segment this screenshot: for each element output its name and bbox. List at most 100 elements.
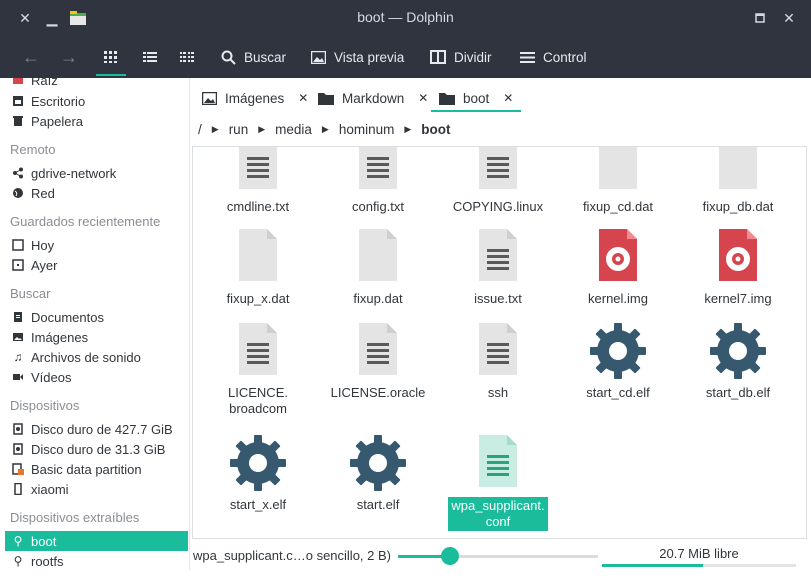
sidebar-item-label: Escritorio [31,93,86,109]
file-name: start_cd.elf [586,385,650,400]
partition-icon [11,462,25,476]
file-view[interactable]: cmdline.txt config.txt COPYING.linux fixup_… [192,146,807,539]
file-name-line: wpa_supplicant. [451,498,545,513]
disk-image-icon [588,227,648,287]
disk-image-icon [708,227,768,287]
zoom-slider-handle[interactable] [441,547,459,565]
sidebar-item-partition[interactable]: Basic data partition [5,459,188,479]
file-item[interactable]: fixup_x.dat [203,227,313,307]
file-item[interactable]: COPYING.linux [443,147,553,215]
file-name: kernel7.img [704,291,772,306]
sidebar-item-boot[interactable]: ⚲ boot [5,531,188,551]
sidebar-item-label: Archivos de sonido [31,349,141,365]
sidebar-item-videos[interactable]: Vídeos [5,367,188,387]
sidebar-item-audio[interactable]: ♫ Archivos de sonido [5,347,188,367]
sidebar-item-label: Documentos [31,309,104,325]
list-icon [143,52,157,62]
close-icon[interactable]: ✕ [779,8,799,28]
search-button[interactable]: Buscar [221,36,286,78]
preview-button[interactable]: Vista previa [311,36,404,78]
sidebar-item-trash[interactable]: Papelera [5,111,188,131]
file-item[interactable]: kernel7.img [683,227,793,307]
sidebar-item-disk-2[interactable]: Disco duro de 31.3 GiB [5,439,188,459]
forward-button[interactable]: → [60,36,78,78]
breadcrumb-media[interactable]: media [275,122,312,137]
file-item[interactable]: start_db.elf [683,321,793,401]
breadcrumb-run[interactable]: run [229,122,249,137]
hard-disk-icon [11,442,25,456]
search-label: Buscar [244,49,287,65]
tab-boot[interactable]: boot ✕ [430,84,522,112]
icons-view-button[interactable] [96,36,126,78]
file-item[interactable]: issue.txt [443,227,553,307]
text-file-icon [468,433,528,493]
sidebar-item-yesterday[interactable]: Ayer [5,255,188,275]
blank-file-icon [708,147,768,195]
text-file-icon [468,321,528,381]
arrow-left-icon: ← [22,46,40,67]
sidebar-item-root[interactable]: Raíz [5,78,188,86]
calendar-icon [11,238,25,252]
file-item[interactable]: config.txt [323,147,433,215]
text-file-icon [348,321,408,381]
back-button[interactable]: ← [22,36,40,78]
hamburger-icon [520,51,535,63]
file-name: COPYING.linux [452,199,544,214]
title-bar: ✕ ▁ boot — Dolphin ✕ [0,0,811,36]
text-file-icon [468,147,528,195]
file-item[interactable]: kernel.img [563,227,673,307]
sidebar-item-label: Papelera [31,113,84,129]
file-name-line: LICENCE. [228,385,288,400]
breadcrumb-root[interactable]: / [198,122,202,137]
chevron-right-icon: ▶ [404,123,412,134]
sidebar-item-label: Disco duro de 427.7 GiB [31,421,173,437]
breadcrumb-current[interactable]: boot [421,122,450,137]
details-view-button[interactable] [143,36,157,78]
maximize-window-icon[interactable] [750,8,770,28]
sidebar-item-label: Ayer [31,257,58,273]
sidebar-item-images[interactable]: Imágenes [5,327,188,347]
tab-markdown[interactable]: Markdown ✕ [318,84,428,112]
sidebar-item-rootfs[interactable]: ⚲ rootfs [5,551,188,570]
tab-label: boot [463,90,490,106]
file-item[interactable]: ssh [443,321,553,401]
sidebar-item-label: Red [31,185,55,201]
sidebar-item-gdrive[interactable]: gdrive-network [5,163,188,183]
sidebar-item-documents[interactable]: Documentos [5,307,188,327]
sidebar-item-label: rootfs [31,553,64,569]
file-item[interactable]: start.elf [323,433,433,513]
image-icon [202,91,217,105]
calendar-day-icon [11,258,25,272]
close-tab-icon[interactable]: ✕ [298,91,308,105]
file-item[interactable]: LICENCE. broadcom [203,321,313,417]
chevron-right-icon: ▶ [321,123,329,134]
file-name: start.elf [356,497,400,512]
file-item[interactable]: fixup_cd.dat [563,147,673,215]
split-icon [430,50,446,64]
sidebar-item-label: xiaomi [31,481,69,497]
sidebar-item-network[interactable]: Red [5,183,188,203]
file-item[interactable]: LICENSE.oracle [323,321,433,401]
close-tab-icon[interactable]: ✕ [418,91,428,105]
sidebar-item-label: Imágenes [31,329,89,345]
split-button[interactable]: Dividir [430,36,492,78]
sidebar-item-disk-1[interactable]: Disco duro de 427.7 GiB [5,419,188,439]
file-item[interactable]: wpa_supplicant. conf [443,433,553,531]
compact-view-button[interactable] [180,36,194,78]
control-menu-button[interactable]: Control [520,36,587,78]
close-tab-icon[interactable]: ✕ [503,91,513,105]
sidebar-item-today[interactable]: Hoy [5,235,188,255]
file-item[interactable]: start_cd.elf [563,321,673,401]
file-name: LICENCE. broadcom [203,385,313,417]
file-item[interactable]: start_x.elf [203,433,313,513]
sidebar-item-label: gdrive-network [31,165,117,181]
file-item[interactable]: fixup_db.dat [683,147,793,215]
tab-imagenes[interactable]: Imágenes ✕ [202,84,308,112]
file-item[interactable]: fixup.dat [323,227,433,307]
hard-disk-icon [11,422,25,436]
file-item[interactable]: cmdline.txt [203,147,313,215]
sidebar-item-xiaomi[interactable]: xiaomi [5,479,188,499]
sidebar-item-desktop[interactable]: Escritorio [5,91,188,111]
file-name: start_x.elf [229,497,287,512]
breadcrumb-hominum[interactable]: hominum [339,122,395,137]
